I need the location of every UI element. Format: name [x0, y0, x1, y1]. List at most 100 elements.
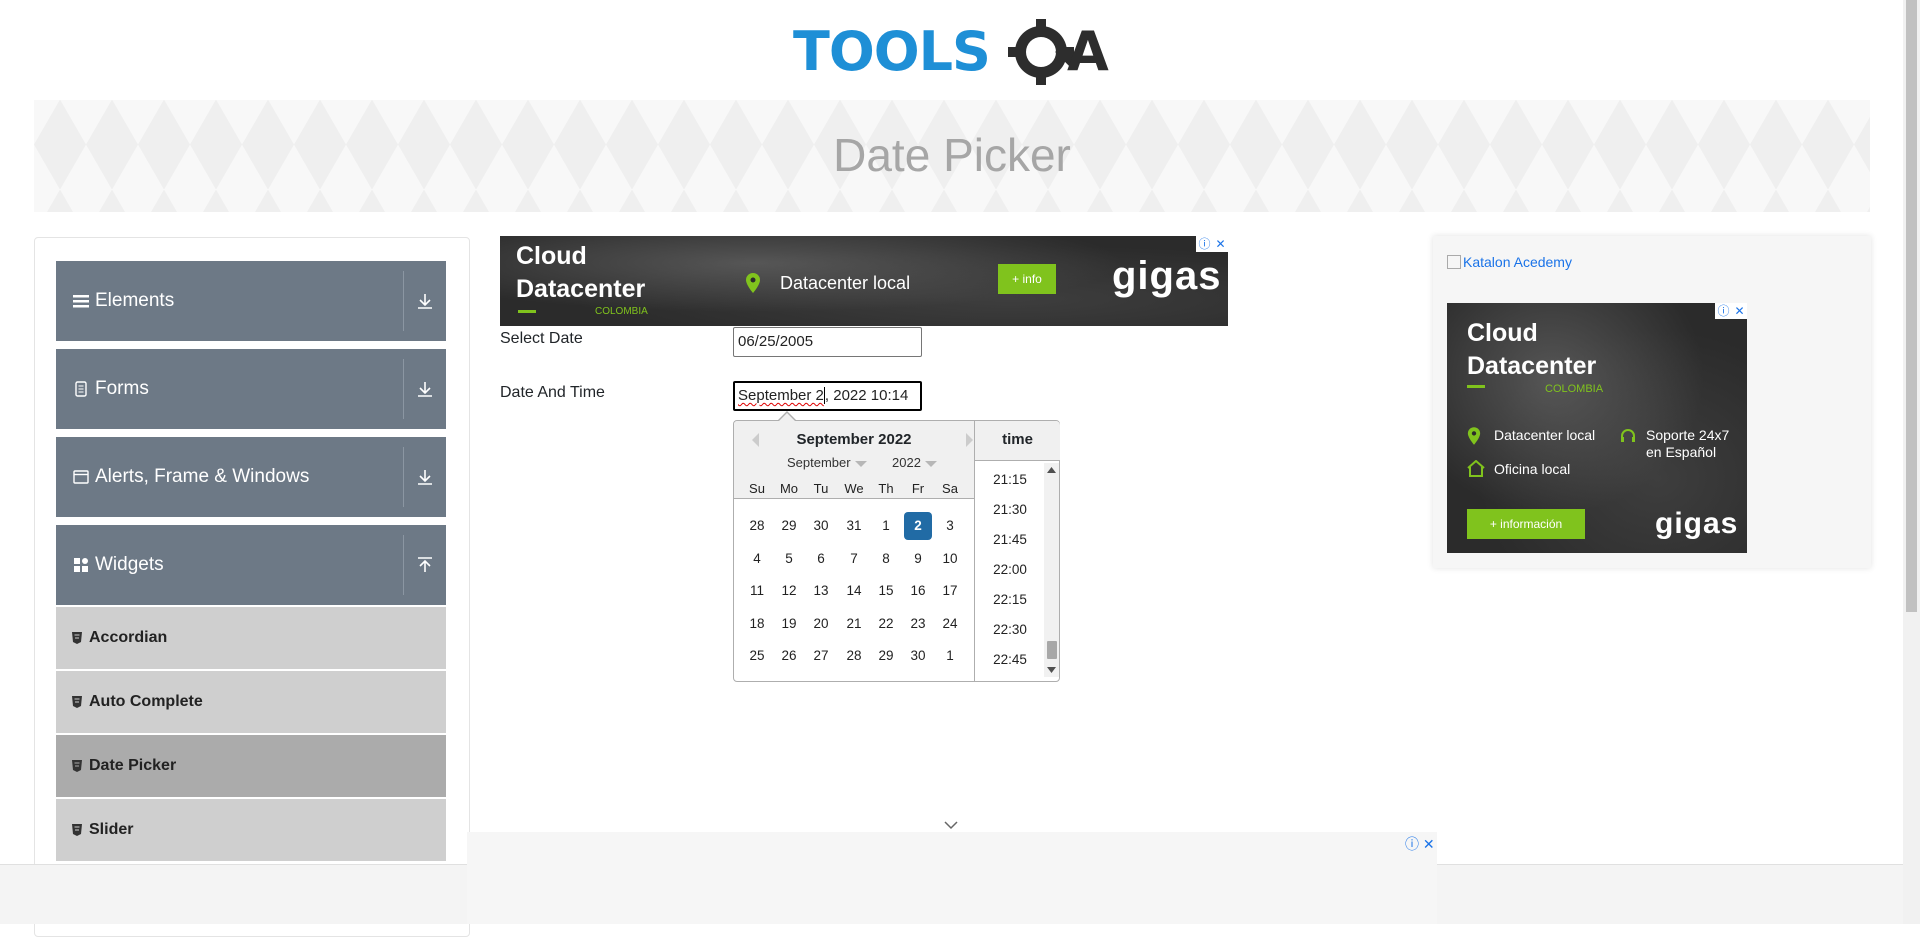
time-slot[interactable]: 22:00: [975, 562, 1045, 577]
calendar-day[interactable]: 4: [743, 545, 771, 573]
calendar-day[interactable]: 15: [872, 577, 900, 605]
time-slot[interactable]: 22:30: [975, 622, 1045, 637]
sidebar-item-date-picker[interactable]: Date Picker: [56, 735, 446, 797]
date-time-picker-popup: September 2022 September 2022 Su Mo Tu We Th…: [733, 420, 1060, 682]
month-select[interactable]: September: [787, 455, 867, 470]
upload-arrow-icon[interactable]: [413, 553, 437, 577]
calendar-day[interactable]: 13: [807, 577, 835, 605]
scroll-up-icon[interactable]: [1047, 467, 1056, 473]
html5-icon: [72, 696, 82, 708]
time-scrollbar-thumb[interactable]: [1047, 641, 1057, 659]
info-icon[interactable]: ⓘ: [1717, 303, 1729, 319]
sidebar-item-accordian[interactable]: Accordian: [56, 607, 446, 669]
calendar-day[interactable]: 28: [743, 512, 771, 540]
calendar-day[interactable]: 7: [840, 545, 868, 573]
calendar-day[interactable]: 2: [904, 512, 932, 540]
weekday-label: Fr: [911, 481, 925, 496]
sidebar-group-forms[interactable]: Forms: [56, 349, 446, 429]
page-scrollbar-thumb[interactable]: [1906, 0, 1917, 612]
download-arrow-icon[interactable]: [413, 465, 437, 489]
right-ad-container: Katalon Acedemy Cloud Datacenter COLOMBI…: [1433, 236, 1871, 568]
calendar-day[interactable]: 16: [904, 577, 932, 605]
calendar-day[interactable]: 27: [807, 642, 835, 670]
calendar-day[interactable]: 20: [807, 610, 835, 638]
time-slot[interactable]: 21:15: [975, 472, 1045, 487]
calendar-day[interactable]: 1: [936, 642, 964, 670]
right-ad-banner[interactable]: Cloud Datacenter COLOMBIA Datacenter loc…: [1447, 303, 1747, 553]
calendar-day[interactable]: 23: [904, 610, 932, 638]
select-date-value: 06/25/2005: [738, 333, 814, 350]
time-slot[interactable]: 21:30: [975, 502, 1045, 517]
ad-choices[interactable]: ⓘ ✕: [1405, 834, 1435, 854]
date-and-time-label: Date And Time: [500, 384, 605, 401]
calendar-day[interactable]: 18: [743, 610, 771, 638]
html5-icon: [72, 760, 82, 772]
window-icon: [73, 470, 89, 484]
calendar-day[interactable]: 24: [936, 610, 964, 638]
calendar-day[interactable]: 30: [904, 642, 932, 670]
calendar-header: September 2022 September 2022 Su Mo Tu We Th…: [734, 421, 974, 499]
select-date-input[interactable]: 06/25/2005: [733, 327, 922, 357]
year-select[interactable]: 2022: [892, 455, 937, 470]
sidebar-group-alerts[interactable]: Alerts, Frame & Windows: [56, 437, 446, 517]
calendar-day[interactable]: 9: [904, 545, 932, 573]
sidebar-group-label: Forms: [95, 378, 149, 399]
calendar-day[interactable]: 22: [872, 610, 900, 638]
svg-text:TOOLS: TOOLS: [793, 20, 990, 83]
date-time-value-rest: , 2022 10:14: [824, 387, 909, 404]
calendar-day[interactable]: 29: [872, 642, 900, 670]
sidebar-item-label: Slider: [89, 821, 134, 838]
calendar-day[interactable]: 31: [840, 512, 868, 540]
close-icon[interactable]: ✕: [1215, 236, 1225, 252]
weekday-label: Sa: [942, 481, 958, 496]
ad-cta-button[interactable]: + info: [998, 264, 1056, 294]
close-icon[interactable]: ✕: [1734, 303, 1744, 319]
katalon-broken-image[interactable]: Katalon Acedemy: [1447, 254, 1572, 270]
top-ad-banner[interactable]: Cloud Datacenter COLOMBIA Datacenter loc…: [500, 236, 1228, 326]
sidebar-item-label: Auto Complete: [89, 693, 203, 710]
calendar-day[interactable]: 25: [743, 642, 771, 670]
calendar-day[interactable]: 11: [743, 577, 771, 605]
calendar-day[interactable]: 19: [775, 610, 803, 638]
calendar-day[interactable]: 8: [872, 545, 900, 573]
calendar-day[interactable]: 1: [872, 512, 900, 540]
download-arrow-icon[interactable]: [413, 377, 437, 401]
calendar-day[interactable]: 21: [840, 610, 868, 638]
toolsqa-logo[interactable]: TOOLS A: [791, 12, 1116, 92]
time-slot[interactable]: 22:15: [975, 592, 1045, 607]
ad-choices[interactable]: ⓘ ✕: [1196, 236, 1228, 252]
ad-headline-line-2: Datacenter: [1467, 352, 1597, 380]
calendar-day[interactable]: 26: [775, 642, 803, 670]
calendar-day[interactable]: 6: [807, 545, 835, 573]
ad-choices[interactable]: ⓘ ✕: [1715, 303, 1747, 319]
info-icon[interactable]: ⓘ: [1198, 236, 1210, 252]
broken-image-icon: [1447, 255, 1461, 269]
sidebar-item-auto-complete[interactable]: Auto Complete: [56, 671, 446, 733]
ad-cta-button[interactable]: + información: [1467, 509, 1585, 539]
calendar-day[interactable]: 10: [936, 545, 964, 573]
calendar-day[interactable]: 12: [775, 577, 803, 605]
chevron-down-icon[interactable]: [943, 820, 959, 830]
location-pin-icon: [746, 273, 760, 293]
sidebar-group-elements[interactable]: Elements: [56, 261, 446, 341]
calendar-day[interactable]: 28: [840, 642, 868, 670]
calendar-day[interactable]: 29: [775, 512, 803, 540]
ad-feature: Soporte 24x7 en Español: [1646, 427, 1730, 460]
calendar-day[interactable]: 14: [840, 577, 868, 605]
time-slot[interactable]: 22:45: [975, 652, 1045, 667]
year-select-value: 2022: [892, 455, 921, 470]
time-slot[interactable]: 21:45: [975, 532, 1045, 547]
calendar-day[interactable]: 17: [936, 577, 964, 605]
bottom-ad[interactable]: ⓘ ✕: [467, 832, 1437, 924]
sidebar-group-widgets[interactable]: Widgets: [56, 525, 446, 605]
calendar-day[interactable]: 30: [807, 512, 835, 540]
info-icon[interactable]: ⓘ: [1405, 836, 1419, 852]
next-month-button[interactable]: [966, 433, 973, 447]
calendar-day[interactable]: 3: [936, 512, 964, 540]
date-and-time-input[interactable]: September 2, 2022 10:14: [733, 381, 922, 411]
close-icon[interactable]: ✕: [1423, 836, 1435, 852]
calendar-day[interactable]: 5: [775, 545, 803, 573]
sidebar-item-slider[interactable]: Slider: [56, 799, 446, 861]
download-arrow-icon[interactable]: [413, 289, 437, 313]
scroll-down-icon[interactable]: [1047, 667, 1056, 673]
